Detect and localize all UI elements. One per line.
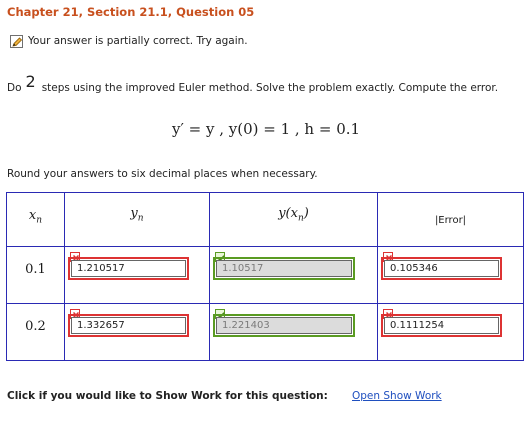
header-yn-sub: n: [137, 213, 144, 224]
ode-equation: y′ = y , y(0) = 1 , h = 0.1: [172, 120, 361, 138]
table-header-row: xn yn y(xn) |Error|: [6, 192, 524, 247]
yn-cell: 1.210517: [64, 246, 210, 304]
row-x-value: 0.2: [25, 319, 46, 334]
question-prompt: Do 2 steps using the improved Euler method…: [7, 72, 499, 95]
yn-cell: 1.332657: [64, 303, 210, 361]
show-work-prompt: Click if you would like to Show Work for…: [7, 390, 328, 402]
yn-input[interactable]: 1.332657: [68, 314, 189, 337]
pencil-check-icon: [10, 34, 23, 48]
steps-count: 2: [25, 72, 36, 91]
table-row: 0.1 1.210517 1.10517 0.105346: [6, 246, 524, 304]
header-xn: xn: [6, 192, 65, 247]
rounding-note: Round your answers to six decimal places…: [7, 168, 318, 180]
yn-input[interactable]: 1.210517: [68, 257, 189, 280]
error-cell: 0.105346: [377, 246, 524, 304]
prompt-after: steps using the improved Euler method. S…: [41, 82, 499, 94]
header-yn: yn: [64, 192, 210, 247]
status-message: Your answer is partially correct. Try ag…: [28, 35, 248, 47]
yxn-input[interactable]: 1.10517: [213, 257, 355, 280]
yxn-cell: 1.10517: [209, 246, 378, 304]
yxn-cell: 1.221403: [209, 303, 378, 361]
header-yx-end: ): [303, 206, 309, 221]
header-yn-label: y: [130, 206, 138, 221]
table-row: 0.2 1.332657 1.221403 0.1111254: [6, 303, 524, 361]
error-input[interactable]: 0.105346: [381, 257, 502, 280]
header-xn-sub: n: [36, 215, 43, 226]
header-error: |Error|: [377, 192, 524, 247]
prompt-before: Do: [7, 82, 22, 94]
error-input[interactable]: 0.1111254: [381, 314, 502, 337]
header-yxn: y(xn): [209, 192, 378, 247]
answer-table: xn yn y(xn) |Error| 0.1 1.210517 1.10517…: [6, 192, 524, 361]
row-x-cell: 0.1: [6, 246, 65, 304]
open-show-work-link[interactable]: Open Show Work: [352, 390, 442, 402]
header-error-label: |Error|: [434, 215, 467, 226]
status-row: Your answer is partially correct. Try ag…: [10, 33, 248, 49]
yxn-input[interactable]: 1.221403: [213, 314, 355, 337]
header-yx-label: y(x: [278, 206, 298, 221]
row-x-cell: 0.2: [6, 303, 65, 361]
error-cell: 0.1111254: [377, 303, 524, 361]
row-x-value: 0.1: [25, 262, 46, 277]
chapter-title: Chapter 21, Section 21.1, Question 05: [7, 5, 255, 19]
